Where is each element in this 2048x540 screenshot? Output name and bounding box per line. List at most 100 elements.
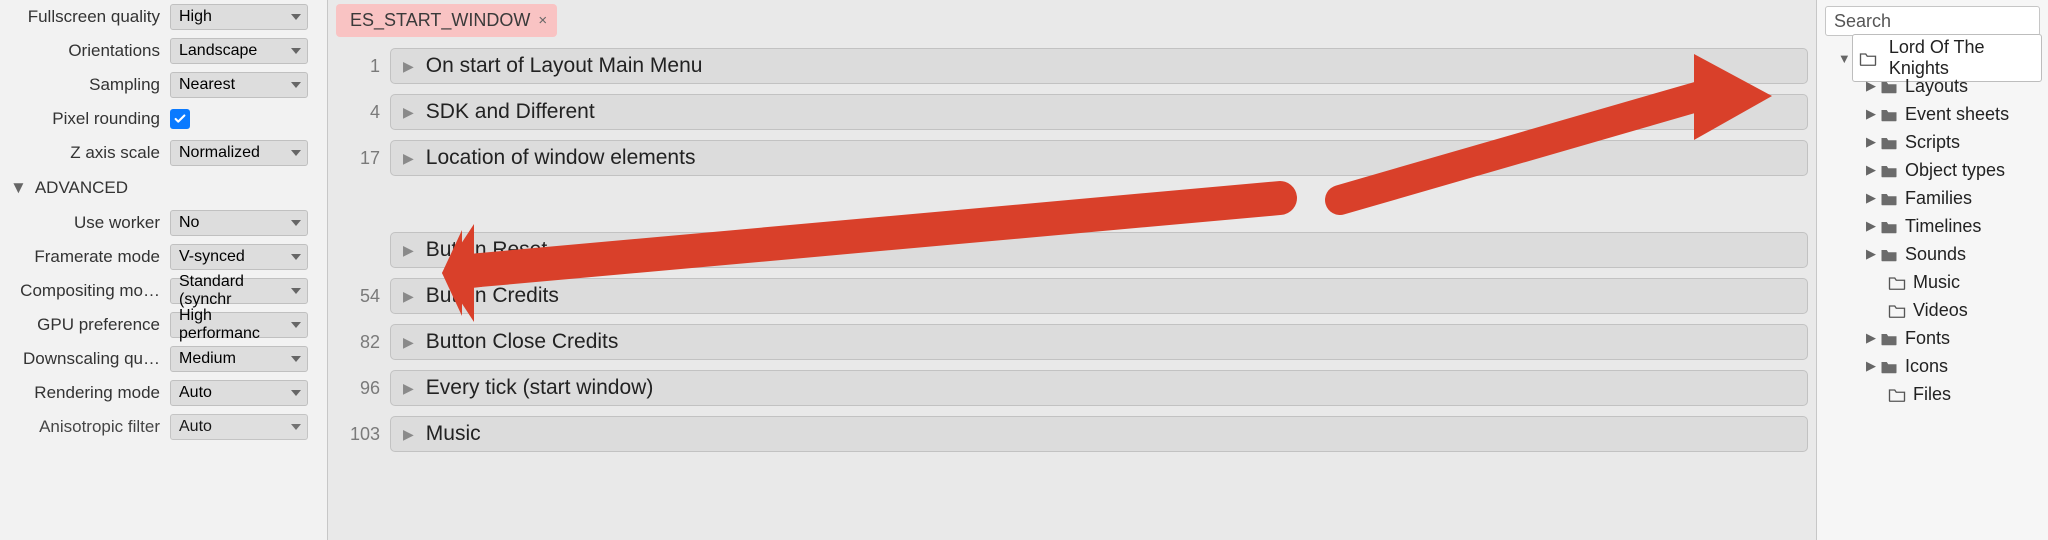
- project-tree: ▼ Lord Of The Knights ▶Layouts▶Event she…: [1817, 40, 2048, 412]
- event-row[interactable]: 96 ▶ Every tick (start window): [336, 370, 1808, 406]
- event-group-bar[interactable]: ▶ Location of window elements: [390, 140, 1808, 176]
- event-title: Music: [426, 422, 481, 446]
- prop-gpu-preference: GPU preference High performanc: [0, 308, 327, 342]
- tree-item-label: Event sheets: [1905, 104, 2009, 125]
- event-group-bar[interactable]: ▶ Every tick (start window): [390, 370, 1808, 406]
- anisotropic-filter-select[interactable]: Auto: [170, 414, 308, 440]
- line-number: 54: [336, 286, 390, 307]
- tab-bar: ES_START_WINDOW ×: [328, 0, 1816, 40]
- folder-icon: [1859, 49, 1877, 67]
- gpu-preference-select[interactable]: High performanc: [170, 312, 308, 338]
- prop-use-worker: Use worker No: [0, 206, 327, 240]
- tree-item-label: Fonts: [1905, 328, 1950, 349]
- event-row[interactable]: 103▶Music: [336, 416, 1808, 452]
- event-row[interactable]: ▶ Button Reset: [336, 232, 1808, 268]
- fullscreen-quality-select[interactable]: High: [170, 4, 308, 30]
- tree-item[interactable]: Music: [1823, 268, 2042, 296]
- prop-framerate-mode: Framerate mode V-synced: [0, 240, 327, 274]
- project-root-row[interactable]: ▼ Lord Of The Knights: [1823, 44, 2042, 72]
- prop-sampling: Sampling Nearest: [0, 68, 327, 102]
- event-title: Every tick (start window): [426, 376, 654, 400]
- tree-item[interactable]: ▶Icons: [1823, 352, 2042, 380]
- project-panel: Search ▼ Lord Of The Knights ▶Layouts▶Ev…: [1816, 0, 2048, 540]
- search-input[interactable]: Search: [1825, 6, 2040, 36]
- use-worker-select[interactable]: No: [170, 210, 308, 236]
- tree-item[interactable]: ▶Fonts: [1823, 324, 2042, 352]
- orientations-select[interactable]: Landscape: [170, 38, 308, 64]
- prop-orientations: Orientations Landscape: [0, 34, 327, 68]
- sampling-select[interactable]: Nearest: [170, 72, 308, 98]
- tree-item-label: Sounds: [1905, 244, 1966, 265]
- tree-item[interactable]: ▶Scripts: [1823, 128, 2042, 156]
- chevron-down-icon: ▼: [10, 178, 27, 198]
- close-icon[interactable]: ×: [538, 12, 547, 29]
- chevron-right-icon: ▶: [1863, 106, 1879, 122]
- prop-label: Fullscreen quality: [8, 7, 170, 27]
- prop-compositing-mode: Compositing mo… Standard (synchr: [0, 274, 327, 308]
- folder-icon: [1879, 217, 1899, 235]
- compositing-mode-select[interactable]: Standard (synchr: [170, 278, 308, 304]
- chevron-right-icon: ▶: [1863, 134, 1879, 150]
- line-number: 82: [336, 332, 390, 353]
- chevron-right-icon: ▶: [403, 334, 414, 351]
- event-group-bar[interactable]: ▶ Button Close Credits: [390, 324, 1808, 360]
- prop-anisotropic-filter: Anisotropic filter Auto: [0, 410, 327, 444]
- event-group-bar[interactable]: ▶ SDK and Different: [390, 94, 1808, 130]
- event-title: Button Credits: [426, 284, 559, 308]
- framerate-mode-select[interactable]: V-synced: [170, 244, 308, 270]
- chevron-right-icon: ▶: [403, 150, 414, 167]
- event-group-bar[interactable]: ▶Button Credits: [390, 278, 1808, 314]
- event-row[interactable]: 1▶On start of Layout Main Menu: [336, 48, 1808, 84]
- tree-item-label: Object types: [1905, 160, 2005, 181]
- rendering-mode-select[interactable]: Auto: [170, 380, 308, 406]
- tree-item-label: Videos: [1913, 300, 1968, 321]
- downscaling-quality-select[interactable]: Medium: [170, 346, 308, 372]
- folder-icon: [1887, 385, 1907, 403]
- event-title: SDK and Different: [426, 100, 595, 124]
- tree-item[interactable]: ▶Families: [1823, 184, 2042, 212]
- event-row[interactable]: 4 ▶ SDK and Different: [336, 94, 1808, 130]
- line-number: 103: [336, 424, 390, 445]
- event-row[interactable]: 82 ▶ Button Close Credits: [336, 324, 1808, 360]
- line-number: 1: [336, 56, 390, 77]
- prop-rendering-mode: Rendering mode Auto: [0, 376, 327, 410]
- folder-icon: [1879, 189, 1899, 207]
- event-title: Button Reset: [426, 238, 547, 262]
- event-title: Location of window elements: [426, 146, 696, 170]
- folder-icon: [1879, 133, 1899, 151]
- tree-item[interactable]: Videos: [1823, 296, 2042, 324]
- tree-item[interactable]: ▶Timelines: [1823, 212, 2042, 240]
- chevron-right-icon: ▶: [403, 242, 414, 259]
- tab-label: ES_START_WINDOW: [350, 10, 530, 31]
- folder-icon: [1879, 357, 1899, 375]
- chevron-right-icon: ▶: [1863, 246, 1879, 262]
- search-placeholder: Search: [1834, 11, 1891, 32]
- chevron-right-icon: ▶: [1863, 78, 1879, 94]
- event-title: Button Close Credits: [426, 330, 619, 354]
- chevron-right-icon: ▶: [1863, 218, 1879, 234]
- tab-es-start-window[interactable]: ES_START_WINDOW ×: [336, 4, 557, 37]
- tree-item-label: Music: [1913, 272, 1960, 293]
- tree-item-label: Families: [1905, 188, 1972, 209]
- project-name: Lord Of The Knights: [1889, 37, 2035, 79]
- folder-icon: [1887, 301, 1907, 319]
- pixel-rounding-checkbox[interactable]: [170, 109, 190, 129]
- event-sheet-area: ES_START_WINDOW × 1▶On start of Layout M…: [328, 0, 1816, 540]
- advanced-section-header[interactable]: ▼ ADVANCED: [0, 170, 327, 206]
- z-axis-scale-select[interactable]: Normalized: [170, 140, 308, 166]
- tree-item[interactable]: Files: [1823, 380, 2042, 408]
- line-number: 96: [336, 378, 390, 399]
- event-row[interactable]: 54▶Button Credits: [336, 278, 1808, 314]
- chevron-right-icon: ▶: [403, 58, 414, 75]
- tree-item[interactable]: ▶Object types: [1823, 156, 2042, 184]
- chevron-right-icon: ▶: [403, 104, 414, 121]
- chevron-right-icon: ▶: [403, 380, 414, 397]
- line-number: 4: [336, 102, 390, 123]
- event-row[interactable]: ▶: [336, 186, 1808, 222]
- event-group-bar[interactable]: ▶ Button Reset: [390, 232, 1808, 268]
- tree-item[interactable]: ▶ Sounds: [1823, 240, 2042, 268]
- event-group-bar[interactable]: ▶Music: [390, 416, 1808, 452]
- event-row[interactable]: 17▶Location of window elements: [336, 140, 1808, 176]
- tree-item[interactable]: ▶ Event sheets: [1823, 100, 2042, 128]
- event-group-bar[interactable]: ▶On start of Layout Main Menu: [390, 48, 1808, 84]
